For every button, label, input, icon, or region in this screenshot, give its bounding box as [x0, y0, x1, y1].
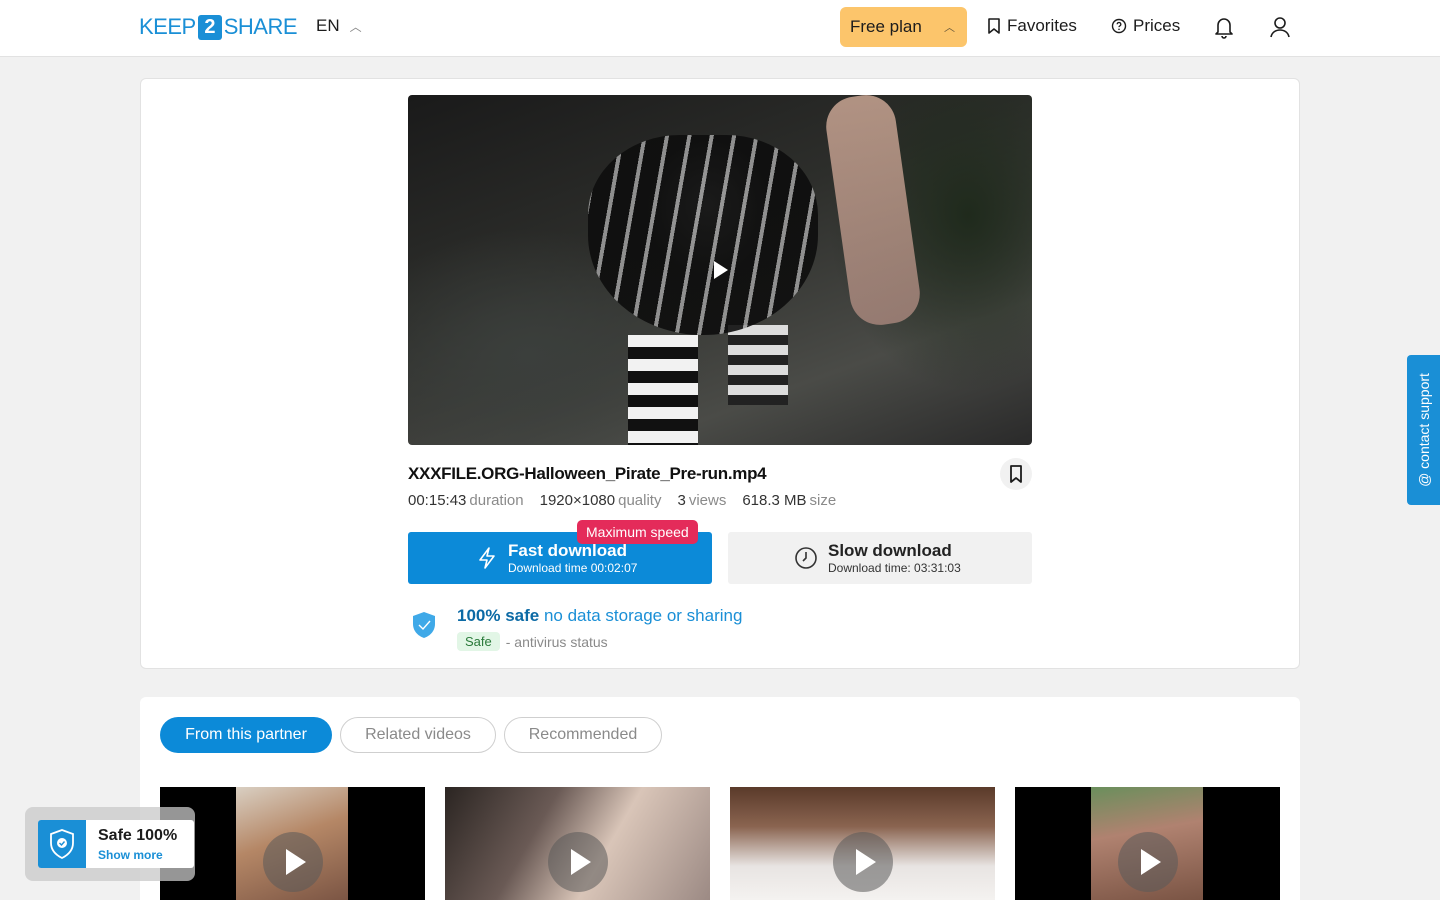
- logo-text-share: SHARE: [223, 14, 298, 39]
- safe-widget-title: Safe 100%: [98, 827, 178, 844]
- slow-download-text: Slow download Download time: 03:31:03: [828, 540, 961, 575]
- contact-support-label: @ contact support: [1415, 373, 1432, 487]
- chevron-up-icon: ︿: [944, 22, 955, 34]
- favorites-label: Favorites: [1007, 16, 1077, 35]
- logo-text-keep: KEEP: [139, 14, 196, 39]
- logo-text-2: 2: [197, 14, 222, 40]
- video-frame-detail: [822, 95, 924, 329]
- video-player[interactable]: [408, 95, 1032, 445]
- show-more-link[interactable]: Show more: [98, 848, 163, 862]
- free-plan-button[interactable]: Free plan ︿: [840, 7, 967, 47]
- tab-from-this-partner[interactable]: From this partner: [160, 717, 332, 753]
- play-icon[interactable]: [1118, 832, 1178, 892]
- views-unit: views: [688, 492, 727, 509]
- bell-icon[interactable]: [1213, 15, 1235, 39]
- video-thumbnail[interactable]: [445, 787, 710, 900]
- play-icon[interactable]: [263, 832, 323, 892]
- video-frame-detail: [588, 135, 818, 335]
- contact-support-tab[interactable]: @ contact support: [1407, 355, 1440, 505]
- play-icon[interactable]: [714, 261, 728, 279]
- safe-widget-card: Safe 100% Show more: [38, 820, 194, 868]
- shield-check-icon: [38, 820, 86, 868]
- quality-value: 1920×1080: [539, 492, 616, 509]
- meta-quality: 1920×1080 quality: [540, 492, 662, 509]
- clock-icon: [795, 547, 817, 569]
- video-thumbnail[interactable]: [730, 787, 995, 900]
- prices-label: Prices: [1133, 16, 1181, 35]
- safety-title: 100% safe no data storage or sharing: [457, 606, 742, 626]
- shield-check-icon: [413, 612, 435, 638]
- user-icon[interactable]: [1269, 15, 1291, 39]
- bookmark-button[interactable]: [1000, 458, 1032, 490]
- tab-related-videos[interactable]: Related videos: [340, 717, 496, 753]
- duration-unit: duration: [469, 492, 524, 509]
- safety-title-bold: 100% safe: [457, 606, 540, 625]
- tab-recommended[interactable]: Recommended: [504, 717, 662, 753]
- size-unit: size: [809, 492, 837, 509]
- video-thumbnail[interactable]: [1015, 787, 1280, 900]
- bookmark-icon: [988, 18, 1000, 34]
- language-label: EN: [316, 16, 340, 35]
- slow-download-title: Slow download: [828, 540, 952, 560]
- meta-duration: 00:15:43 duration: [408, 492, 524, 509]
- safe-tag: Safe: [457, 632, 500, 651]
- language-selector[interactable]: EN ︿: [316, 16, 362, 36]
- meta-size: 618.3 MB size: [742, 492, 836, 509]
- slow-download-button[interactable]: Slow download Download time: 03:31:03: [728, 532, 1032, 584]
- bookmark-icon: [1010, 465, 1022, 483]
- chevron-up-icon: ︿: [349, 19, 362, 34]
- fast-download-time: Download time 00:02:07: [508, 560, 638, 575]
- favorites-link[interactable]: Favorites: [987, 16, 1077, 36]
- play-icon[interactable]: [833, 832, 893, 892]
- lightning-icon: [479, 547, 495, 569]
- antivirus-status: Safe - antivirus status: [457, 632, 608, 651]
- fast-download-title: Fast download: [508, 540, 627, 560]
- safe-widget[interactable]: Safe 100% Show more: [25, 807, 195, 881]
- question-circle-icon: [1111, 18, 1127, 34]
- size-value: 618.3 MB: [742, 492, 807, 509]
- views-value: 3: [677, 492, 686, 509]
- maximum-speed-badge: Maximum speed: [577, 520, 698, 544]
- plan-label: Free plan: [850, 17, 922, 36]
- quality-unit: quality: [618, 492, 662, 509]
- slow-download-time: Download time: 03:31:03: [828, 560, 961, 575]
- site-logo[interactable]: KEEP 2 SHARE: [139, 13, 298, 41]
- video-thumbnail[interactable]: [160, 787, 425, 900]
- meta-views: 3 views: [677, 492, 726, 509]
- safety-title-rest: no data storage or sharing: [543, 606, 743, 625]
- fast-download-text: Fast download Download time 00:02:07: [508, 540, 638, 575]
- file-meta: 00:15:43 duration 1920×1080 quality 3 views…: [408, 492, 836, 509]
- prices-link[interactable]: Prices: [1111, 16, 1180, 36]
- file-name: XXXFILE.ORG-Halloween_Pirate_Pre-run.mp4: [408, 464, 767, 483]
- top-header: KEEP 2 SHARE EN ︿ Free plan ︿ Favorites Pr…: [0, 0, 1440, 57]
- play-icon[interactable]: [548, 832, 608, 892]
- duration-value: 00:15:43: [408, 492, 467, 509]
- antivirus-status-text: - antivirus status: [505, 633, 608, 650]
